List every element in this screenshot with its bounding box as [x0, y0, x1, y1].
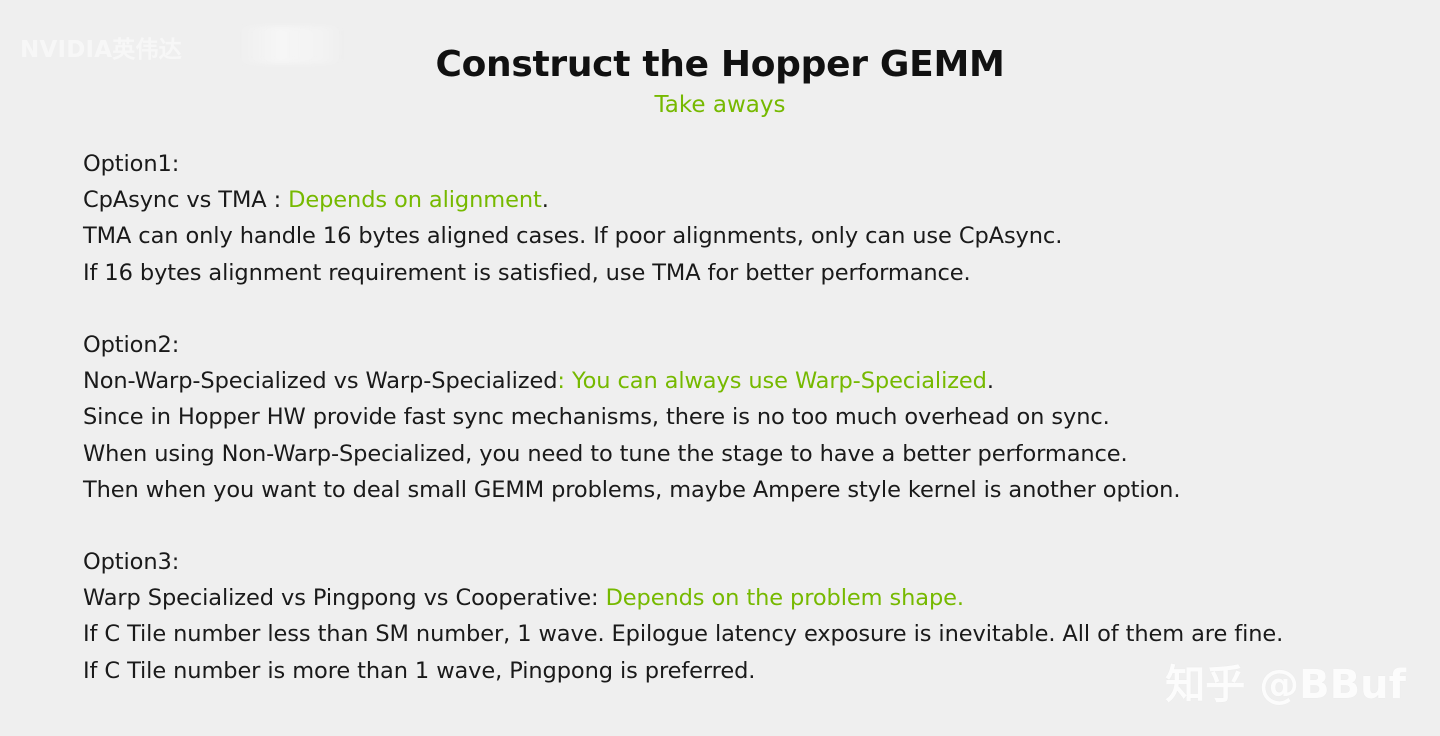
- option-heading: Option1:: [83, 151, 180, 177]
- option-detail-line: TMA can only handle 16 bytes aligned cas…: [83, 223, 1063, 250]
- option-detail-line: Since in Hopper HW provide fast sync mec…: [83, 404, 1110, 431]
- option-lead-highlight: : You can always use Warp-Specialized: [557, 368, 987, 395]
- zhihu-watermark: 知乎 @BBuf: [1165, 662, 1406, 708]
- option-heading: Option2:: [83, 331, 180, 358]
- option-lead-tail: .: [986, 368, 994, 395]
- option-lead-highlight: Depends on the problem shape.: [605, 585, 964, 612]
- option-lead-tail: .: [541, 187, 549, 214]
- slide-content: Option1: CpAsync vs TMA : Depends on ali…: [83, 146, 1403, 689]
- option-detail-line: When using Non-Warp-Specialized, you nee…: [83, 440, 1128, 467]
- slide-title: Construct the Hopper GEMM: [435, 44, 1005, 85]
- option-lead: Warp Specialized vs Pingpong vs Cooperat…: [83, 580, 1403, 616]
- option-detail-line: If 16 bytes alignment requirement is sat…: [83, 259, 971, 286]
- option-lead-text: CpAsync vs TMA :: [83, 187, 289, 214]
- option-detail-line: If C Tile number less than SM number, 1 …: [83, 621, 1284, 648]
- option-lead-text: Non-Warp-Specialized vs Warp-Specialized: [83, 368, 558, 395]
- option-lead-text: Warp Specialized vs Pingpong vs Cooperat…: [83, 585, 606, 612]
- option-lead: CpAsync vs TMA : Depends on alignment.: [83, 182, 1403, 218]
- option-lead: Non-Warp-Specialized vs Warp-Specialized…: [83, 363, 1403, 399]
- option-detail-line: Then when you want to deal small GEMM pr…: [83, 476, 1181, 503]
- slide-subtitle: Take aways: [654, 92, 786, 118]
- option-lead-highlight: Depends on alignment: [288, 187, 542, 214]
- option-heading: Option3:: [83, 549, 180, 576]
